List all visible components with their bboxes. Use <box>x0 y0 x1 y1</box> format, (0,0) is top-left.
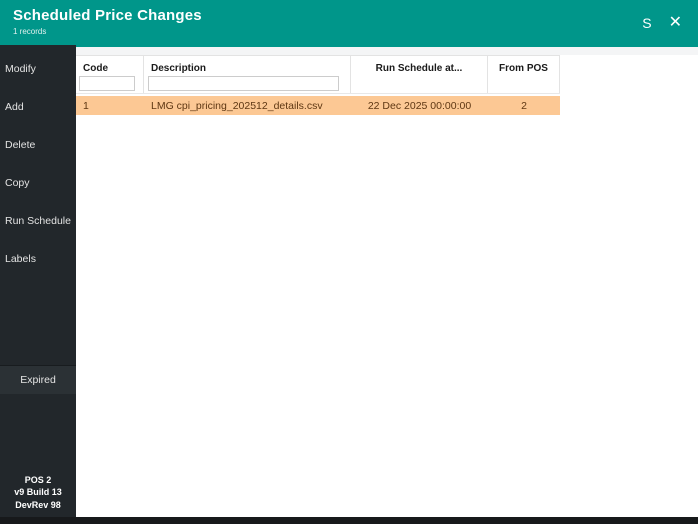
pos-version-info: POS 2 v9 Build 13 DevRev 98 <box>0 474 76 518</box>
title-bar-actions: S ✕ <box>642 0 698 45</box>
row-from-pos-value: 2 <box>521 99 527 112</box>
description-filter-input[interactable] <box>148 76 339 91</box>
sidebar-item-modify[interactable]: Modify <box>0 50 76 88</box>
sidebar-item-labels[interactable]: Labels <box>0 240 76 278</box>
filter-cell-from-pos <box>488 76 560 93</box>
sidebar-item-add[interactable]: Add <box>0 88 76 126</box>
close-icon[interactable]: ✕ <box>669 14 682 31</box>
sidebar: Modify Add Delete Copy Run Schedule Labe… <box>0 45 76 517</box>
column-header-run-schedule-at[interactable]: Run Schedule at... <box>351 56 488 76</box>
filter-cell-run-schedule <box>351 76 488 93</box>
sidebar-item-delete[interactable]: Delete <box>0 126 76 164</box>
window-body: Modify Add Delete Copy Run Schedule Labe… <box>0 45 698 517</box>
page-title: Scheduled Price Changes <box>13 7 202 24</box>
sidebar-item-copy[interactable]: Copy <box>0 164 76 202</box>
row-run-schedule-value: 22 Dec 2025 00:00:00 <box>367 99 472 112</box>
grid-header-row: Code Description Run Schedule at... From… <box>76 56 560 76</box>
pos-number: POS 2 <box>24 474 52 485</box>
column-header-description[interactable]: Description <box>144 56 351 76</box>
table-row[interactable]: 1 LMG cpi_pricing_202512_details.csv 22 … <box>76 96 560 115</box>
main-content: Code Description Run Schedule at... From… <box>76 45 698 517</box>
scheduled-price-changes-window: Scheduled Price Changes 1 records S ✕ Mo… <box>0 0 698 524</box>
row-description-value: LMG cpi_pricing_202512_details.csv <box>151 99 323 112</box>
price-changes-grid: Code Description Run Schedule at... From… <box>76 55 560 115</box>
sidebar-item-run-schedule[interactable]: Run Schedule <box>0 202 76 240</box>
record-count: 1 records <box>13 27 47 36</box>
sidebar-item-expired[interactable]: Expired <box>0 365 76 394</box>
title-block: Scheduled Price Changes 1 records <box>0 0 202 36</box>
build-version: v9 Build 13 DevRev 98 <box>14 487 62 510</box>
code-filter-input[interactable] <box>79 76 135 91</box>
bottom-bar <box>0 517 698 524</box>
filter-cell-code <box>76 76 144 93</box>
column-header-code[interactable]: Code <box>76 56 144 76</box>
filter-cell-description <box>144 76 351 93</box>
column-header-from-pos[interactable]: From POS <box>488 56 560 76</box>
title-bar: Scheduled Price Changes 1 records S ✕ <box>0 0 698 45</box>
search-button[interactable]: S <box>642 15 651 31</box>
grid-top-strip <box>76 47 698 55</box>
row-code-value: 1 <box>83 99 89 112</box>
grid-filter-row <box>76 76 560 94</box>
